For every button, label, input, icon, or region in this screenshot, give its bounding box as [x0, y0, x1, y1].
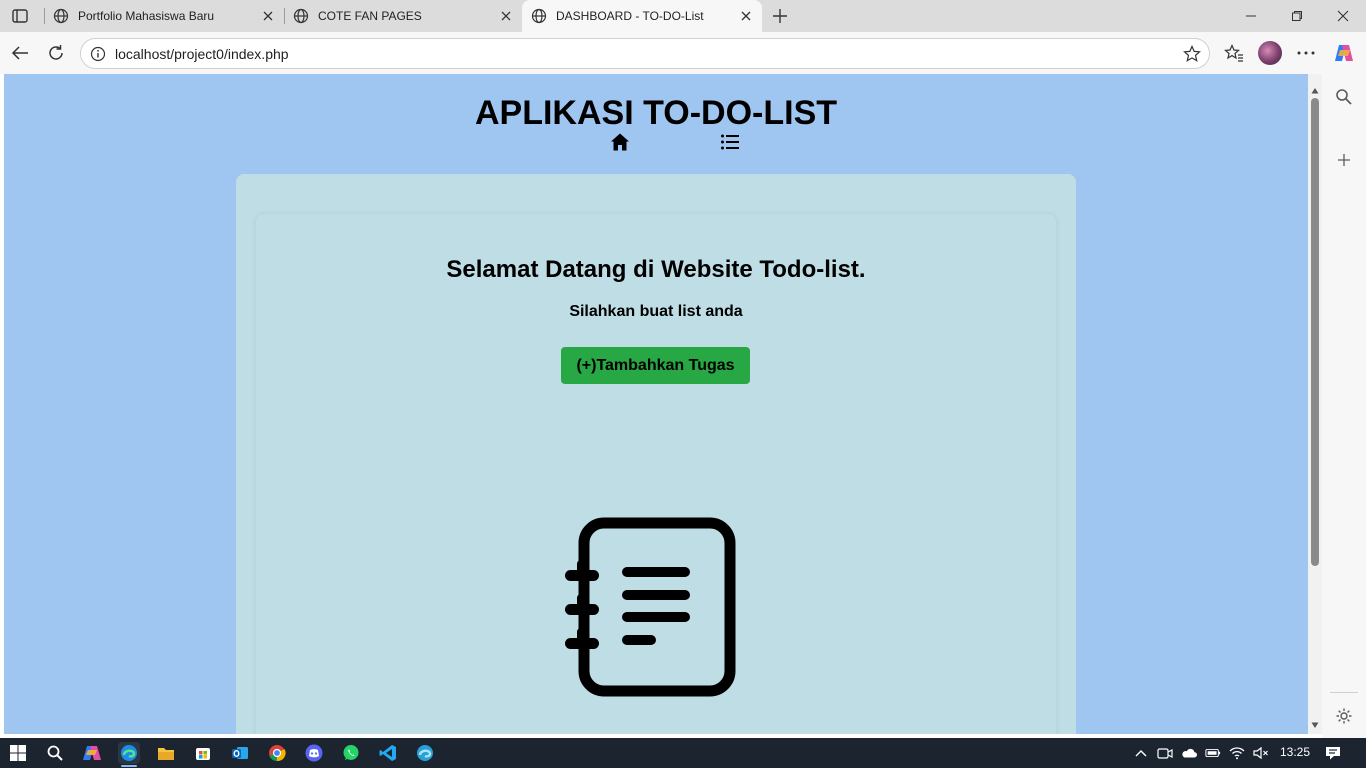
globe-icon — [52, 7, 70, 25]
add-task-button[interactable]: (+)Tambahkan Tugas — [561, 347, 750, 384]
whatsapp-icon[interactable] — [340, 742, 362, 764]
volume-muted-icon[interactable] — [1253, 745, 1269, 761]
profile-avatar[interactable] — [1258, 41, 1282, 65]
edge-dev-icon[interactable] — [414, 742, 436, 764]
minimize-button[interactable] — [1228, 0, 1274, 32]
favorites-icon[interactable] — [1221, 40, 1247, 66]
search-icon[interactable] — [44, 742, 66, 764]
copilot-icon[interactable] — [81, 742, 103, 764]
meet-camera-icon[interactable] — [1157, 745, 1173, 761]
site-nav — [610, 132, 740, 154]
windows-taskbar: 13:25 — [0, 738, 1366, 768]
close-icon[interactable] — [498, 8, 514, 24]
add-sidebar-icon[interactable] — [1333, 149, 1355, 171]
taskbar-clock[interactable]: 13:25 — [1280, 745, 1310, 759]
scroll-up-arrow-icon[interactable] — [1311, 82, 1319, 94]
subtitle-text: Silahkan buat list anda — [569, 303, 743, 320]
refresh-button[interactable] — [43, 40, 69, 66]
store-icon[interactable] — [192, 742, 214, 764]
tab-cote-fan-pages[interactable]: COTE FAN PAGES — [284, 0, 522, 32]
globe-icon — [530, 7, 548, 25]
page-viewport: APLIKASI TO-DO-LIST Selamat Datang di We… — [4, 74, 1308, 734]
tab-portfolio[interactable]: Portfolio Mahasiswa Baru — [44, 0, 284, 32]
copilot-icon[interactable] — [1331, 40, 1357, 66]
url-text: localhost/project0/index.php — [115, 45, 289, 62]
back-button[interactable] — [7, 40, 33, 66]
close-icon[interactable] — [738, 8, 754, 24]
new-tab-button[interactable] — [768, 4, 792, 28]
globe-icon — [292, 7, 310, 25]
active-app-indicator — [121, 765, 137, 767]
wifi-icon[interactable] — [1229, 745, 1245, 761]
home-icon[interactable] — [610, 132, 630, 152]
edge-sidebar — [1322, 74, 1366, 738]
browser-toolbar: localhost/project0/index.php — [0, 32, 1366, 74]
tab-title: DASHBOARD - TO-DO-List — [556, 9, 704, 23]
content-container: Selamat Datang di Website Todo-list. Sil… — [236, 174, 1076, 734]
chevron-up-icon[interactable] — [1133, 745, 1149, 761]
welcome-heading: Selamat Datang di Website Todo-list. — [446, 256, 866, 283]
tab-strip: Portfolio Mahasiswa Baru COTE FAN PAGES … — [0, 0, 1366, 32]
restore-button[interactable] — [1274, 0, 1320, 32]
vscode-icon[interactable] — [377, 742, 399, 764]
tab-title: Portfolio Mahasiswa Baru — [78, 9, 215, 23]
page-scrollbar[interactable] — [1308, 74, 1322, 734]
discord-icon[interactable] — [303, 742, 325, 764]
notification-icon[interactable] — [1325, 745, 1341, 761]
edge-icon[interactable] — [118, 742, 140, 764]
welcome-card: Selamat Datang di Website Todo-list. Sil… — [256, 214, 1056, 734]
settings-gear-icon[interactable] — [1333, 705, 1355, 727]
tab-title: COTE FAN PAGES — [318, 9, 422, 23]
outlook-icon[interactable] — [229, 742, 251, 764]
site-title: APLIKASI TO-DO-LIST — [474, 94, 838, 132]
close-window-button[interactable] — [1320, 0, 1366, 32]
file-explorer-icon[interactable] — [155, 742, 177, 764]
favorite-star-icon[interactable] — [1183, 45, 1201, 63]
site-info-icon[interactable] — [89, 45, 107, 63]
more-menu-icon[interactable] — [1293, 40, 1319, 66]
scroll-thumb[interactable] — [1311, 98, 1319, 566]
notepad-list-icon — [562, 516, 738, 702]
address-bar[interactable]: localhost/project0/index.php — [80, 38, 1210, 69]
tab-dashboard-todo[interactable]: DASHBOARD - TO-DO-List — [522, 0, 762, 32]
tab-actions-menu-icon[interactable] — [8, 6, 32, 26]
list-icon[interactable] — [720, 132, 740, 152]
battery-icon[interactable] — [1205, 745, 1221, 761]
search-icon[interactable] — [1333, 86, 1355, 108]
start-icon[interactable] — [7, 742, 29, 764]
scroll-down-arrow-icon[interactable] — [1311, 716, 1319, 728]
sidebar-divider — [1330, 692, 1358, 693]
onedrive-cloud-icon[interactable] — [1181, 745, 1197, 761]
close-icon[interactable] — [260, 8, 276, 24]
chrome-icon[interactable] — [266, 742, 288, 764]
